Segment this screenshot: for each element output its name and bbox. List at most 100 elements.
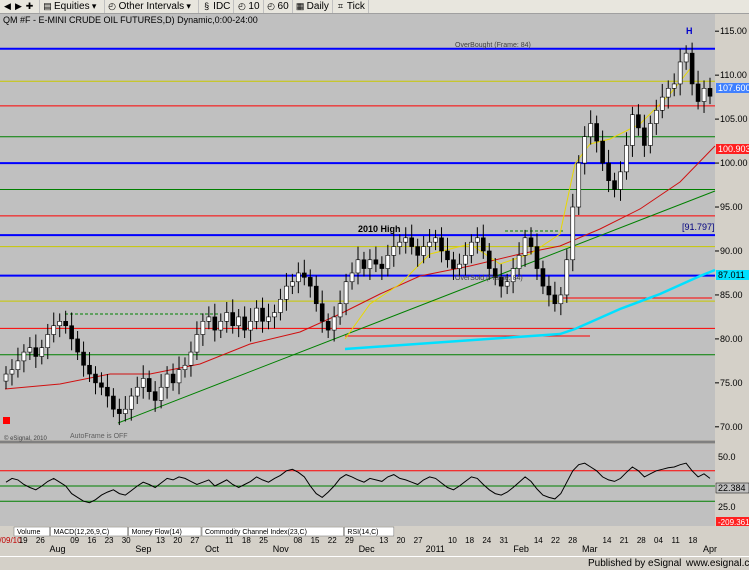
candle-body-28 xyxy=(170,373,176,384)
candle-body-52 xyxy=(313,285,319,305)
candle-body-15 xyxy=(93,373,98,384)
date-label-9: 13 xyxy=(156,536,165,545)
candle-body-116 xyxy=(695,83,701,102)
price-tick-label-6: 85.00 xyxy=(720,290,743,300)
candle-body-107 xyxy=(642,127,647,146)
candle-body-79 xyxy=(475,237,480,243)
candle-body-41 xyxy=(248,321,253,331)
toolbar-nav[interactable]: ◀ ▶ ✚ xyxy=(0,0,40,13)
candle-body-67 xyxy=(403,237,409,243)
candle-body-20 xyxy=(123,408,128,414)
chevron-down-icon: ▾ xyxy=(186,1,191,11)
candle-body-35 xyxy=(212,316,218,331)
date-label-41: Apr xyxy=(703,544,717,554)
interval-tick[interactable]: ⌗ Tick xyxy=(333,0,369,13)
candle-body-11 xyxy=(69,325,74,340)
candle-body-77 xyxy=(463,255,468,265)
chart-window: QM #F - E-MINI CRUDE OIL FUTURES,D) Dyna… xyxy=(0,14,749,554)
date-label-14: 18 xyxy=(242,536,251,545)
candle-body-43 xyxy=(260,307,265,322)
symbol-dropdown[interactable]: ▤ Equities ▾ xyxy=(40,0,105,13)
copyright-small: © eSignal, 2010 xyxy=(4,435,47,442)
candle-body-37 xyxy=(224,312,230,322)
candle-body-105 xyxy=(630,114,635,146)
candle-body-13 xyxy=(81,351,86,366)
forward-icon[interactable]: ▶ xyxy=(14,2,23,11)
list-icon: ▤ xyxy=(43,1,52,11)
candle-body-102 xyxy=(612,180,617,190)
candle-body-94 xyxy=(564,259,570,296)
h-marker: H xyxy=(686,26,693,36)
candle-body-25 xyxy=(152,391,158,401)
clock-icon: ◴ xyxy=(237,1,246,11)
candle-body-88 xyxy=(528,237,534,247)
back-icon[interactable]: ◀ xyxy=(3,2,12,11)
last-price-text: 107.600 xyxy=(718,83,749,93)
rsi-panel-bg xyxy=(0,444,715,526)
candle-body-74 xyxy=(445,250,450,261)
candle-body-4 xyxy=(27,347,33,353)
price-tick-label-5: 90.00 xyxy=(720,246,743,256)
price-chart-svg[interactable]: QM #F - E-MINI CRUDE OIL FUTURES,D) Dyna… xyxy=(0,14,749,554)
candle-body-38 xyxy=(230,312,236,327)
red-level-text: 100.903 xyxy=(718,144,749,154)
indicator-tab-label-0: Volume xyxy=(17,529,40,536)
candle-body-29 xyxy=(176,369,182,384)
candle-body-80 xyxy=(480,237,486,252)
plus-icon[interactable]: ✚ xyxy=(25,2,34,11)
interval-dropdown[interactable]: ◴ Other Intervals ▾ xyxy=(105,0,200,13)
autoframe-label: AutoFrame is OFF xyxy=(70,433,128,440)
candle-body-61 xyxy=(367,259,373,269)
calendar-icon: ▦ xyxy=(295,1,305,11)
candle-body-23 xyxy=(140,378,146,388)
price-tick-label-8: 75.00 xyxy=(720,378,743,388)
date-label-12: Oct xyxy=(205,544,220,554)
red-flag-icon xyxy=(3,417,10,424)
candle-body-31 xyxy=(188,351,194,366)
price-tick-label-4: 95.00 xyxy=(720,202,743,212)
candle-body-55 xyxy=(331,316,337,331)
idc-icon: § xyxy=(204,1,210,11)
date-label-4: 09 xyxy=(70,536,79,545)
date-label-39: 11 xyxy=(672,536,681,545)
indicator-tab-label-2: Money Flow(14) xyxy=(132,529,182,536)
candle-body-104 xyxy=(624,145,629,173)
candle-body-22 xyxy=(134,386,140,397)
interval-idc[interactable]: § IDC xyxy=(199,0,235,13)
candle-body-87 xyxy=(522,237,528,256)
candle-body-89 xyxy=(534,246,540,269)
date-label-29: 31 xyxy=(499,536,508,545)
clock-icon: ◴ xyxy=(267,1,275,11)
esignal-url[interactable]: www.esignal.com xyxy=(686,558,749,569)
candle-body-6 xyxy=(39,347,45,357)
candle-body-68 xyxy=(409,237,414,247)
candle-body-113 xyxy=(677,61,683,85)
rsi-current-text: 22.384 xyxy=(718,483,746,493)
candle-body-1 xyxy=(9,369,15,375)
date-label-40: 18 xyxy=(688,536,697,545)
date-label-13: 11 xyxy=(225,536,234,545)
clock-icon: ◴ xyxy=(108,1,116,11)
date-label-22: 13 xyxy=(379,536,388,545)
chevron-down-icon: ▾ xyxy=(91,1,97,11)
date-label-3: Aug xyxy=(50,544,66,554)
interval-10[interactable]: ◴ 10 xyxy=(234,0,264,13)
candle-body-92 xyxy=(552,294,558,305)
candle-body-81 xyxy=(486,250,492,269)
candle-body-90 xyxy=(540,268,546,287)
candle-body-39 xyxy=(236,316,241,327)
indicator-tab-label-1: MACD(12,26,9,C) xyxy=(54,529,110,536)
interval-daily[interactable]: ▦ Daily xyxy=(293,0,333,13)
candle-body-108 xyxy=(648,123,653,146)
indicator-tab-label-4: RSI(14,C) xyxy=(347,529,378,536)
candle-body-110 xyxy=(659,96,665,111)
toolbar: ◀ ▶ ✚ ▤ Equities ▾ ◴ Other Intervals ▾ § IDC ◴ 1… xyxy=(0,0,749,14)
candle-body-3 xyxy=(21,351,27,362)
candle-body-26 xyxy=(158,386,164,401)
candle-body-69 xyxy=(415,246,420,256)
candle-body-44 xyxy=(266,316,271,322)
interval-60[interactable]: ◴ 60 xyxy=(264,0,293,13)
candle-body-86 xyxy=(516,255,522,269)
candle-body-111 xyxy=(665,88,671,98)
candle-body-48 xyxy=(290,281,295,287)
